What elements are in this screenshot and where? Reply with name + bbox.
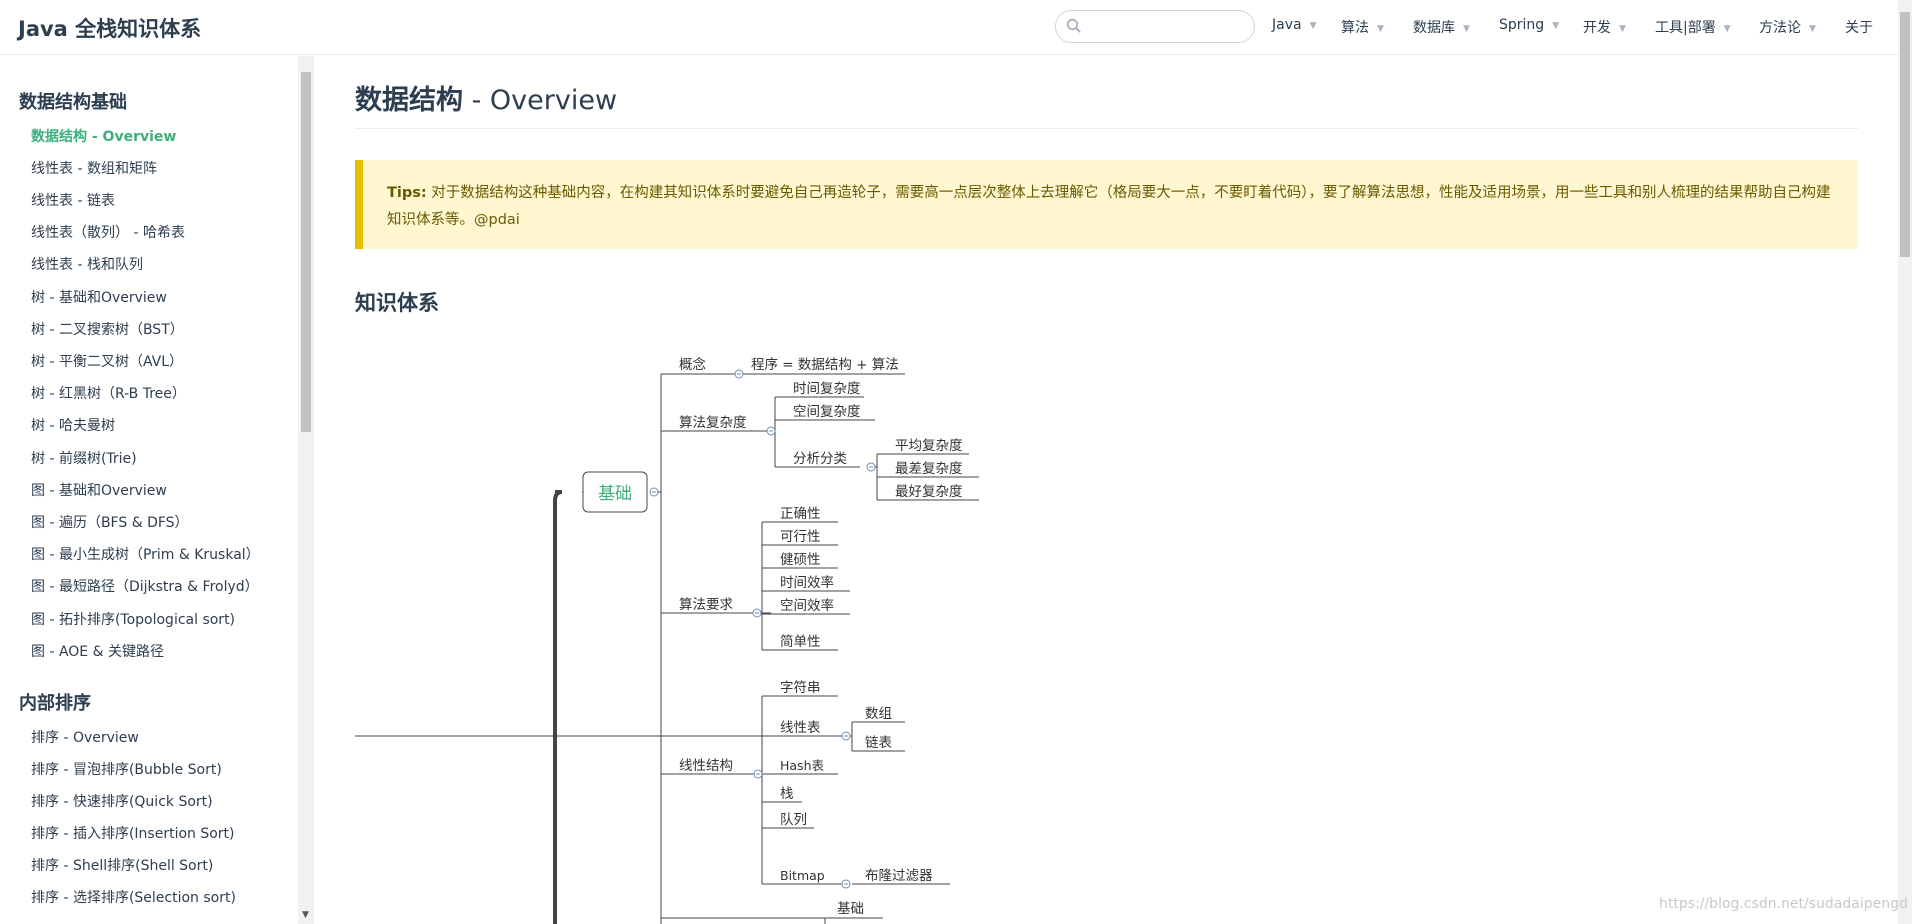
mindmap-node: 时间复杂度 (793, 380, 861, 397)
mindmap-node: 空间复杂度 (793, 403, 861, 420)
sidebar-item[interactable]: 图 - 拓扑排序(Topological sort) (31, 609, 235, 629)
watermark: https://blog.csdn.net/sudadaipengd (1659, 896, 1908, 912)
nav-item-about[interactable]: 关于 (1845, 17, 1873, 37)
mindmap-root-label: 基础 (598, 484, 632, 504)
mindmap-node: 概念 (679, 356, 706, 373)
mindmap-node: 最好复杂度 (895, 483, 963, 500)
sidebar-item[interactable]: 排序 - 快速排序(Quick Sort) (31, 791, 213, 811)
mindmap-node: 基础 (837, 900, 864, 917)
caret-down-icon: ▼ (1552, 21, 1560, 31)
mindmap-node: 字符串 (780, 680, 821, 696)
nav-item-label: 开发 (1583, 20, 1611, 36)
page-scrollbar-thumb[interactable] (1900, 12, 1910, 257)
caret-down-icon: ▼ (1309, 21, 1317, 31)
mindmap-node: 栈 (780, 786, 794, 802)
mindmap-node: 平均复杂度 (895, 437, 963, 454)
sidebar-item[interactable]: 树 - 哈夫曼树 (31, 415, 115, 435)
nav-item-label: 方法论 (1759, 20, 1801, 36)
search-input[interactable] (1086, 16, 1250, 40)
nav-item-database[interactable]: 数据库 ▼ (1413, 17, 1470, 37)
sidebar-group-title[interactable]: 内部排序 (19, 689, 91, 715)
mindmap-node: 健硕性 (780, 552, 821, 568)
site-title[interactable]: Java 全栈知识体系 (18, 13, 201, 43)
nav-item-methodology[interactable]: 方法论 ▼ (1759, 17, 1816, 37)
mindmap-node: 算法复杂度 (679, 414, 747, 431)
mindmap-node: 最差复杂度 (895, 460, 963, 477)
sidebar-item[interactable]: 树 - 红黑树（R-B Tree） (31, 383, 186, 403)
sidebar-item[interactable]: 线性表 - 栈和队列 (31, 254, 143, 274)
mindmap-node: 程序 = 数据结构 + 算法 (751, 357, 899, 373)
mindmap-node: 分析分类 (793, 451, 847, 467)
sidebar-item[interactable]: 图 - 最小生成树（Prim & Kruskal） (31, 544, 260, 564)
sidebar-item[interactable]: 图 - 基础和Overview (31, 480, 167, 500)
sidebar-item[interactable]: 树 - 基础和Overview (31, 287, 167, 307)
nav-item-label: 工具|部署 (1655, 20, 1716, 36)
mindmap-node: 数组 (865, 706, 892, 722)
scroll-down-arrow-icon[interactable]: ▼ (302, 910, 309, 920)
mindmap-node: Bitmap (780, 868, 825, 883)
sidebar-item[interactable]: 线性表 - 数组和矩阵 (31, 158, 157, 178)
mindmap-node: Hash表 (780, 758, 824, 773)
nav-item-java[interactable]: Java ▼ (1272, 17, 1317, 33)
sidebar-item[interactable]: 树 - 前缀树(Trie) (31, 448, 137, 468)
sidebar-group-title[interactable]: 数据结构基础 (19, 88, 127, 114)
mindmap-node: 简单性 (780, 633, 821, 650)
mindmap-node: 空间效率 (780, 597, 834, 614)
sidebar-item[interactable]: 树 - 平衡二叉树（AVL） (31, 351, 183, 371)
caret-down-icon: ▼ (1723, 24, 1731, 34)
caret-down-icon: ▼ (1809, 24, 1816, 34)
sidebar-item[interactable]: 排序 - 冒泡排序(Bubble Sort) (31, 759, 222, 779)
sidebar-scrollbar[interactable]: ▼ (298, 56, 314, 924)
search-box[interactable] (1055, 10, 1255, 43)
nav-item-algorithm[interactable]: 算法 ▼ (1341, 17, 1384, 37)
nav-item-label: 算法 (1341, 20, 1369, 36)
page-scrollbar[interactable] (1898, 0, 1912, 924)
mindmap-node: 布隆过滤器 (865, 868, 933, 884)
mindmap-node: 时间效率 (780, 574, 834, 591)
sidebar-scrollbar-thumb[interactable] (301, 72, 311, 432)
mindmap-node: 正确性 (780, 506, 821, 522)
nav-item-label: 关于 (1845, 20, 1873, 36)
sidebar-item[interactable]: 排序 - Shell排序(Shell Sort) (31, 855, 213, 875)
sidebar-item[interactable]: 线性表（散列） - 哈希表 (31, 222, 185, 242)
sidebar-item[interactable]: 图 - 遍历（BFS & DFS） (31, 512, 189, 532)
nav-item-tools[interactable]: 工具|部署 ▼ (1655, 17, 1731, 37)
sidebar-item[interactable]: 排序 - Overview (31, 727, 139, 747)
caret-down-icon: ▼ (1463, 24, 1470, 34)
mindmap-diagram: 基础 概念 程序 = 数据结构 + 算法 算法复杂度 时间复杂度 空间复杂度 分… (355, 356, 979, 924)
caret-down-icon: ▼ (1377, 24, 1384, 34)
sidebar-item[interactable]: 图 - AOE & 关键路径 (31, 641, 164, 661)
sidebar-item-active[interactable]: 数据结构 - Overview (31, 126, 176, 146)
nav-item-label: 数据库 (1413, 20, 1455, 36)
nav-item-label: Spring (1499, 17, 1545, 33)
mindmap-node: 算法要求 (679, 597, 733, 613)
search-icon (1066, 18, 1082, 38)
caret-down-icon: ▼ (1619, 24, 1626, 34)
mindmap-node: 队列 (780, 812, 807, 828)
nav-item-dev[interactable]: 开发 ▼ (1583, 17, 1626, 37)
mindmap-node: 链表 (865, 735, 893, 751)
sidebar-item[interactable]: 图 - 最短路径（Dijkstra & Frolyd） (31, 576, 259, 596)
sidebar-item[interactable]: 线性表 - 链表 (31, 190, 115, 210)
mindmap-node: 线性表 (780, 720, 821, 736)
mindmap-node: 线性结构 (679, 758, 733, 774)
sidebar-item[interactable]: 排序 - 插入排序(Insertion Sort) (31, 823, 235, 843)
sidebar-item[interactable]: 树 - 二叉搜索树（BST） (31, 319, 184, 339)
sidebar-item[interactable]: 排序 - 选择排序(Selection sort) (31, 887, 236, 907)
nav-item-label: Java (1272, 17, 1302, 33)
mindmap-node: 可行性 (780, 529, 821, 545)
nav-item-spring[interactable]: Spring ▼ (1499, 17, 1559, 33)
navbar: Java 全栈知识体系 Java ▼ 算法 ▼ 数据库 ▼ Spring ▼ 开发 ▼ 工… (0, 0, 1898, 55)
sidebar: 数据结构基础 数据结构 - Overview 线性表 - 数组和矩阵 线性表 -… (0, 56, 299, 924)
